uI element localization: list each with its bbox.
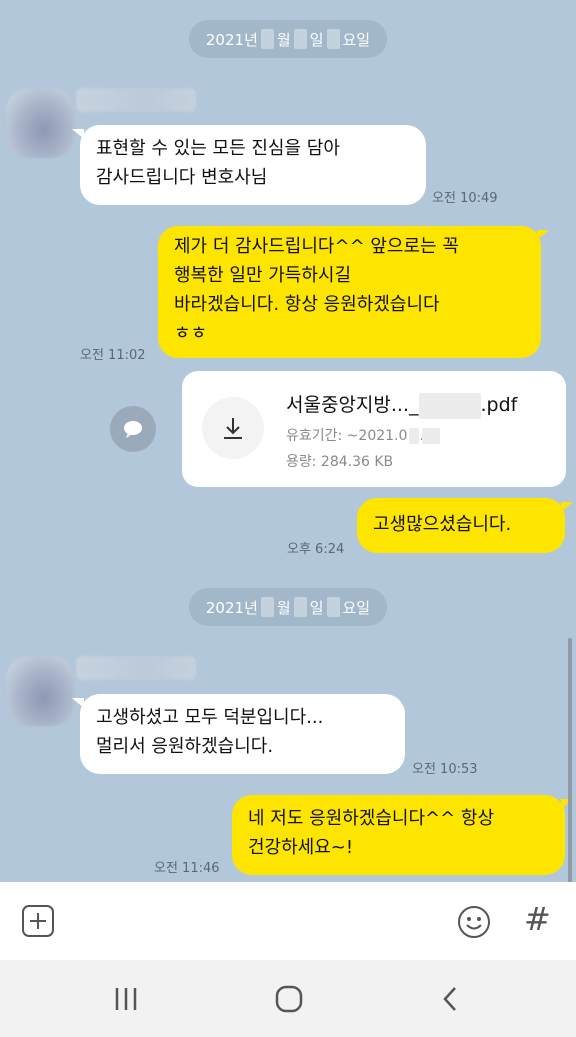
scrollbar[interactable] bbox=[568, 638, 572, 883]
message-time: 오전 10:49 bbox=[432, 191, 498, 206]
emoji-icon bbox=[458, 906, 490, 938]
download-button[interactable] bbox=[202, 397, 264, 459]
message-received[interactable]: 표현할 수 있는 모든 진심을 담아 감사드립니다 변호사님 bbox=[72, 125, 426, 205]
file-size: 용량: 284.36 KB bbox=[286, 454, 394, 470]
date-divider: 2021년 월 일 요일 bbox=[189, 588, 387, 626]
message-sent[interactable]: 네 저도 응원하겠습니다^^ 항상 건강하세요~! bbox=[232, 795, 573, 875]
message-sent[interactable]: 고생많으셨습니다. bbox=[357, 498, 573, 553]
emoji-button[interactable] bbox=[456, 904, 492, 944]
back-icon bbox=[443, 987, 456, 1011]
sender-name bbox=[76, 656, 196, 680]
download-icon bbox=[224, 418, 242, 439]
home-icon bbox=[275, 985, 303, 1013]
avatar[interactable] bbox=[6, 88, 74, 158]
message-sent[interactable]: 제가 더 감사드립니다^^ 앞으로는 꼭 행복한 일만 가득하시길 바라겠습니다… bbox=[158, 226, 549, 358]
recents-icon bbox=[115, 988, 137, 1010]
date-divider: 2021년 월 일 요일 bbox=[189, 20, 387, 58]
message-time: 오전 11:02 bbox=[80, 348, 146, 363]
add-button[interactable] bbox=[21, 904, 55, 942]
file-name: 서울중앙지방..._ .pdf bbox=[286, 390, 517, 419]
system-nav-bar bbox=[0, 960, 576, 1037]
message-time: 오전 10:53 bbox=[412, 762, 478, 777]
share-button[interactable] bbox=[110, 406, 156, 452]
message-input[interactable] bbox=[70, 896, 440, 946]
avatar[interactable] bbox=[6, 656, 74, 726]
share-icon bbox=[124, 421, 142, 438]
recents-button[interactable] bbox=[112, 986, 140, 1016]
file-attachment[interactable]: 서울중앙지방..._.pdf 유효기간: ~2021.0. 용량: 284.36… bbox=[182, 371, 566, 487]
input-bar: # bbox=[0, 882, 576, 960]
back-button[interactable] bbox=[440, 985, 462, 1017]
home-button[interactable] bbox=[274, 985, 304, 1017]
add-icon bbox=[22, 905, 54, 937]
message-time: 오전 11:46 bbox=[154, 861, 220, 876]
sender-name bbox=[76, 88, 196, 112]
hashtag-button[interactable]: # bbox=[524, 900, 551, 938]
file-expiry: 유효기간: ~2021.0. bbox=[286, 425, 441, 445]
message-received[interactable]: 고생하셨고 모두 덕분입니다... 멀리서 응원하겠습니다. bbox=[72, 694, 405, 774]
message-time: 오후 6:24 bbox=[287, 542, 345, 557]
